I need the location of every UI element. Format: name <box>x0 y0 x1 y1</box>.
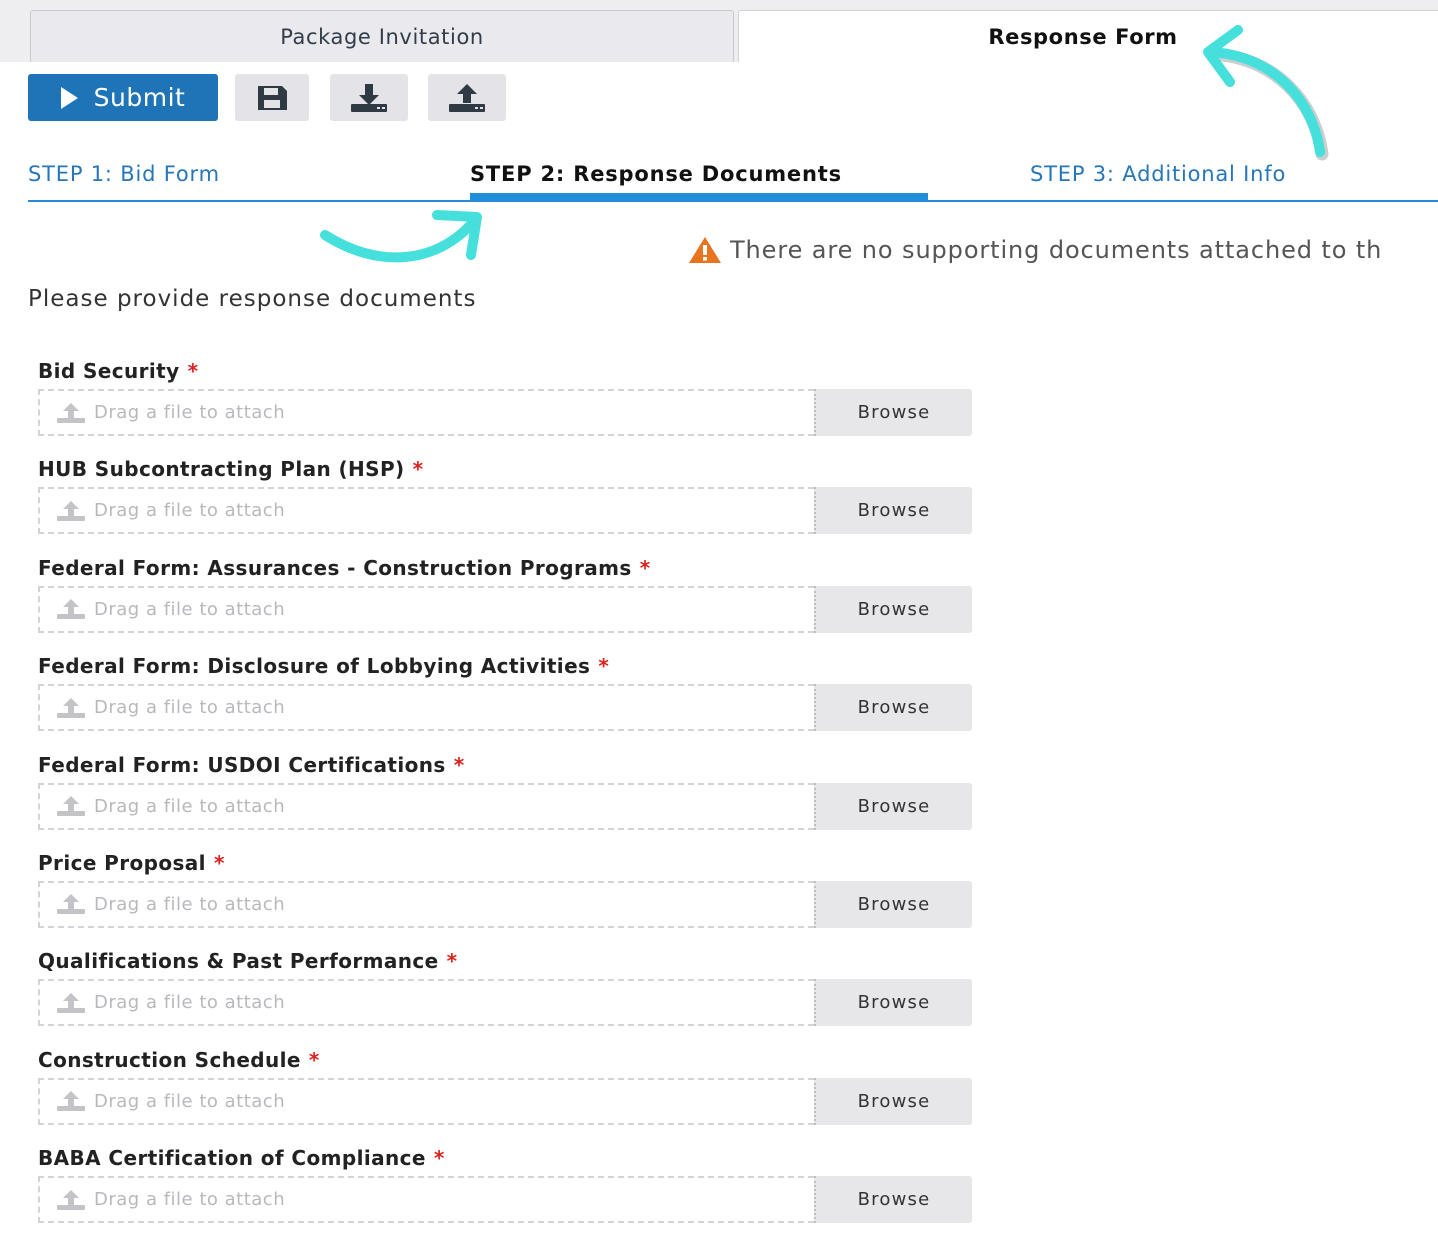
field-label-text: HUB Subcontracting Plan (HSP) <box>38 457 405 482</box>
field-label-text: Construction Schedule <box>38 1047 301 1072</box>
tab-response-form-label: Response Form <box>988 24 1178 49</box>
browse-button[interactable]: Browse <box>814 979 972 1027</box>
file-drop-zone[interactable]: Drag a file to attach <box>38 880 814 928</box>
tab-package-invitation[interactable]: Package Invitation <box>30 10 734 62</box>
upload-icon <box>57 992 85 1013</box>
document-upload-field: Bid Security * Drag a file to attach Brow… <box>38 355 978 453</box>
response-documents-prompt: Please provide response documents <box>28 286 477 312</box>
field-label-text: Federal Form: Assurances - Construction … <box>38 555 632 580</box>
drop-zone-placeholder: Drag a file to attach <box>94 598 286 620</box>
save-icon <box>258 85 287 110</box>
browse-button[interactable]: Browse <box>814 880 972 928</box>
file-drop-zone[interactable]: Drag a file to attach <box>38 1077 814 1125</box>
file-drop-zone[interactable]: Drag a file to attach <box>38 389 814 436</box>
annotation-arrow-step-2 <box>320 210 482 263</box>
upload-icon <box>57 1091 85 1112</box>
warning-icon <box>689 237 721 263</box>
document-upload-field: Federal Form: Disclosure of Lobbying Act… <box>38 650 978 748</box>
document-upload-field: Construction Schedule * Drag a file to at… <box>38 1044 978 1142</box>
upload-icon <box>57 894 85 915</box>
required-marker: * <box>453 752 465 777</box>
field-label-text: Federal Form: USDOI Certifications <box>38 752 446 777</box>
field-label-text: Bid Security <box>38 359 180 383</box>
browse-button[interactable]: Browse <box>814 389 972 436</box>
field-label: Federal Form: Assurances - Construction … <box>38 556 651 580</box>
no-documents-warning: There are no supporting documents attach… <box>688 234 1438 266</box>
drop-zone-placeholder: Drag a file to attach <box>94 697 286 719</box>
submit-button-label: Submit <box>93 83 186 112</box>
drop-zone-placeholder: Drag a file to attach <box>94 893 286 915</box>
top-tab-bar: Package Invitation Response Form <box>0 0 1438 62</box>
browse-button[interactable]: Browse <box>814 1077 972 1125</box>
field-label-text: Qualifications & Past Performance <box>38 949 439 974</box>
browse-button[interactable]: Browse <box>814 782 972 830</box>
browse-button[interactable]: Browse <box>814 1176 972 1224</box>
drop-zone-placeholder: Drag a file to attach <box>94 1189 286 1211</box>
step-1-bid-form[interactable]: STEP 1: Bid Form <box>28 162 220 186</box>
download-button[interactable] <box>330 74 408 121</box>
required-marker: * <box>598 654 610 679</box>
field-label: Price Proposal * <box>38 851 225 875</box>
file-drop-zone[interactable]: Drag a file to attach <box>38 782 814 830</box>
drop-zone-placeholder: Drag a file to attach <box>94 992 286 1014</box>
upload-icon <box>57 796 85 817</box>
field-label: HUB Subcontracting Plan (HSP) * <box>38 457 423 481</box>
step-navigation: STEP 1: Bid Form STEP 2: Response Docume… <box>28 150 1438 202</box>
document-upload-field: HUB Subcontracting Plan (HSP) * Drag a fi… <box>38 453 978 551</box>
tab-package-invitation-label: Package Invitation <box>280 24 484 49</box>
drop-zone-placeholder: Drag a file to attach <box>94 500 286 522</box>
field-label: Federal Form: USDOI Certifications * <box>38 753 465 777</box>
file-drop-zone[interactable]: Drag a file to attach <box>38 979 814 1027</box>
upload-icon <box>57 1189 85 1210</box>
required-marker: * <box>213 850 225 875</box>
upload-icon <box>57 599 85 620</box>
field-label-text: BABA Certification of Compliance <box>38 1146 426 1171</box>
step-2-response-documents[interactable]: STEP 2: Response Documents <box>470 162 842 186</box>
download-icon <box>351 83 387 112</box>
step-3-additional-info[interactable]: STEP 3: Additional Info <box>1030 162 1286 186</box>
upload-button[interactable] <box>428 74 506 121</box>
file-drop-zone[interactable]: Drag a file to attach <box>38 1176 814 1224</box>
required-marker: * <box>308 1047 320 1072</box>
field-label-text: Federal Form: Disclosure of Lobbying Act… <box>38 654 591 679</box>
field-label: Construction Schedule * <box>38 1048 320 1072</box>
document-upload-field: Federal Form: Assurances - Construction … <box>38 552 978 650</box>
browse-button[interactable]: Browse <box>814 487 972 535</box>
document-upload-field: BABA Certification of Compliance * Drag a… <box>38 1142 978 1240</box>
file-drop-zone[interactable]: Drag a file to attach <box>38 487 814 535</box>
upload-icon <box>57 697 85 718</box>
drop-zone-placeholder: Drag a file to attach <box>94 402 286 423</box>
upload-icon <box>57 500 85 521</box>
field-label: BABA Certification of Compliance * <box>38 1146 445 1170</box>
upload-icon <box>449 83 485 112</box>
required-marker: * <box>446 949 458 974</box>
save-button[interactable] <box>235 74 309 121</box>
active-step-indicator <box>470 193 928 200</box>
field-label-text: Price Proposal <box>38 850 206 875</box>
required-marker: * <box>433 1146 445 1171</box>
field-label: Qualifications & Past Performance * <box>38 949 458 973</box>
drop-zone-placeholder: Drag a file to attach <box>94 1090 286 1112</box>
drop-zone-placeholder: Drag a file to attach <box>94 795 286 817</box>
submit-button[interactable]: Submit <box>28 74 218 121</box>
play-icon <box>60 86 78 109</box>
required-marker: * <box>412 457 424 482</box>
response-documents-list: Bid Security * Drag a file to attach Brow… <box>38 355 978 1241</box>
required-marker: * <box>187 359 199 383</box>
required-marker: * <box>639 555 651 580</box>
field-label: Federal Form: Disclosure of Lobbying Act… <box>38 654 609 678</box>
document-upload-field: Federal Form: USDOI Certifications * Drag… <box>38 749 978 847</box>
warning-text: There are no supporting documents attach… <box>730 236 1383 264</box>
file-drop-zone[interactable]: Drag a file to attach <box>38 585 814 633</box>
browse-button[interactable]: Browse <box>814 585 972 633</box>
browse-button[interactable]: Browse <box>814 684 972 732</box>
upload-icon <box>57 402 85 423</box>
document-upload-field: Price Proposal * Drag a file to attach Br… <box>38 847 978 945</box>
tab-response-form[interactable]: Response Form <box>738 10 1438 62</box>
file-drop-zone[interactable]: Drag a file to attach <box>38 684 814 732</box>
document-upload-field: Qualifications & Past Performance * Drag … <box>38 945 978 1043</box>
field-label: Bid Security * <box>38 359 198 383</box>
